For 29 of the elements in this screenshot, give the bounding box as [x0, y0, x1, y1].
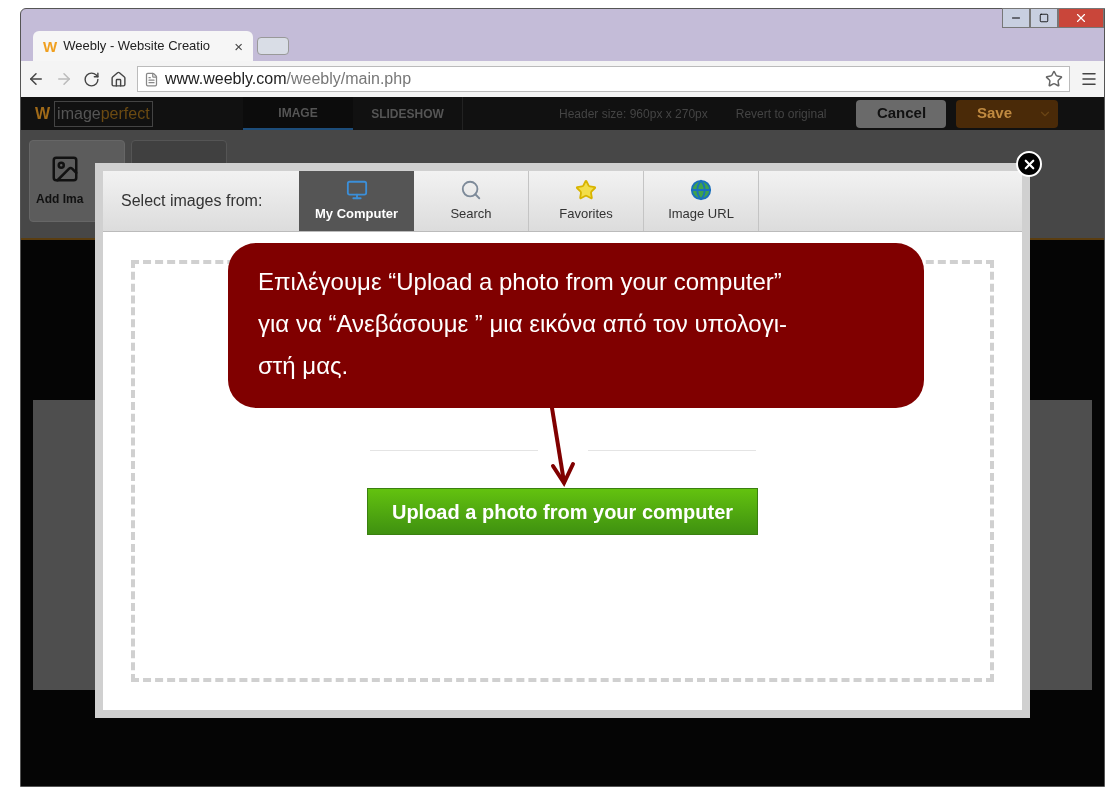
reload-icon[interactable] — [83, 70, 100, 88]
source-tab[interactable]: Search — [414, 171, 529, 231]
home-icon[interactable] — [110, 70, 127, 88]
source-tab[interactable]: Image URL — [644, 171, 759, 231]
site-logo-icon: W — [43, 38, 58, 54]
back-icon[interactable] — [27, 70, 45, 88]
source-tab[interactable]: Favorites — [529, 171, 644, 231]
maximize-icon — [1039, 13, 1049, 23]
logo-mark: W — [35, 103, 51, 124]
url-text: www.weebly.com/weebly/main.php — [165, 69, 412, 89]
address-bar[interactable]: www.weebly.com/weebly/main.php — [137, 66, 1070, 92]
image-icon — [50, 154, 80, 184]
star-icon — [575, 178, 597, 201]
editor-logo: W imageperfect — [21, 100, 243, 127]
maximize-button[interactable] — [1030, 8, 1058, 28]
menu-icon[interactable] — [1080, 70, 1098, 88]
tool-label: Add Ima — [36, 191, 84, 208]
minimize-button[interactable] — [1002, 8, 1030, 28]
tab-title: Weebly - Website Creatio — [63, 37, 212, 56]
close-icon — [1074, 11, 1088, 25]
bookmark-star-icon[interactable] — [1045, 70, 1063, 88]
page-icon — [144, 71, 159, 87]
callout-text: Επιλέγουμε “Upload a photo from your computer” για να “Ανεβάσουμε ” μια εικόνα από τον υπολογι- στή μας. — [258, 267, 788, 381]
search-icon — [460, 178, 482, 201]
browser-tab[interactable]: W Weebly - Website Creatio × — [33, 31, 253, 61]
source-tab[interactable]: My Computer — [299, 171, 414, 231]
close-tab-button[interactable]: × — [234, 38, 243, 54]
monitor-icon — [345, 178, 368, 201]
globe-icon — [690, 178, 712, 201]
